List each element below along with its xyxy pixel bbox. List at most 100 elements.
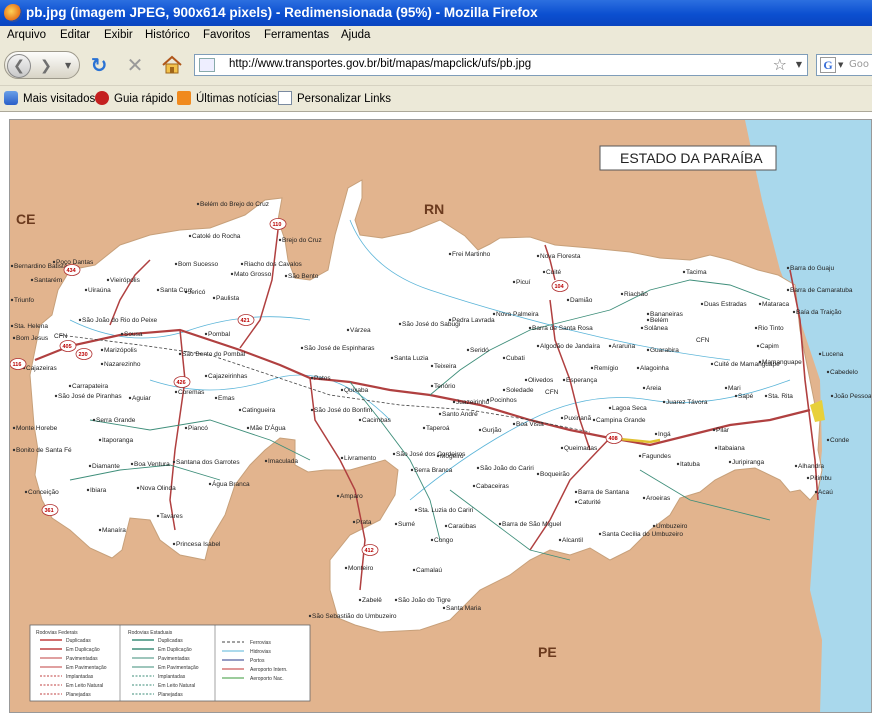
reload-button[interactable]: ↻	[88, 54, 110, 76]
city-marker	[214, 396, 218, 400]
legend-federal-title: Rodovias Federais	[36, 630, 78, 636]
city-label: Cuité de Mamanguape	[714, 361, 780, 368]
city-marker	[174, 262, 178, 266]
city-marker	[196, 202, 200, 206]
city-marker	[512, 422, 516, 426]
menu-favoritos[interactable]: Favoritos	[203, 29, 250, 41]
city-marker	[728, 460, 732, 464]
forward-button[interactable]: ❯	[35, 56, 57, 76]
city-marker	[52, 260, 56, 264]
city-marker	[598, 532, 602, 536]
menu-editar[interactable]: Editar	[60, 29, 90, 41]
legend-item: Em Duplicação	[158, 647, 192, 653]
home-button[interactable]	[160, 54, 184, 76]
firefox-icon	[4, 4, 22, 22]
city-label: Princesa Isabel	[176, 541, 221, 548]
city-marker	[620, 292, 624, 296]
city-marker	[174, 390, 178, 394]
city-label: Catolé do Rocha	[192, 233, 241, 240]
city-marker	[438, 412, 442, 416]
page-content: ESTADO DA PARAÍBA CE RN PE CFN CFN CFN B…	[0, 112, 872, 718]
city-marker	[24, 490, 28, 494]
search-engine-dropdown-icon[interactable]: ▼	[838, 61, 843, 69]
city-marker	[10, 324, 14, 328]
bookmark-mais-visitados[interactable]: Mais visitados	[4, 91, 95, 107]
city-marker	[638, 454, 642, 458]
city-marker	[352, 520, 356, 524]
city-marker	[212, 296, 216, 300]
city-marker	[502, 356, 506, 360]
rss-feed-icon	[177, 91, 191, 105]
city-label: São Bento	[288, 273, 319, 280]
city-marker	[476, 466, 480, 470]
city-marker	[10, 298, 14, 302]
city-label: Cacimbas	[362, 417, 392, 424]
city-label: João Pessoa	[834, 393, 872, 400]
cfn-label: CFN	[545, 389, 559, 396]
city-label: Conde	[830, 437, 850, 444]
city-label: Paulista	[216, 295, 240, 302]
url-bar[interactable]: http://www.transportes.gov.br/bit/mapas/…	[194, 54, 808, 76]
bookmark-personalizar-links[interactable]: Personalizar Links	[278, 91, 391, 107]
history-dropdown-icon[interactable]: ▼	[65, 61, 71, 70]
city-marker	[814, 490, 818, 494]
city-marker	[106, 278, 110, 282]
city-marker	[208, 482, 212, 486]
city-marker	[130, 462, 134, 466]
city-marker	[826, 438, 830, 442]
city-marker	[654, 432, 658, 436]
stop-button[interactable]: ✕	[124, 54, 146, 76]
city-label: Cuité	[546, 269, 562, 276]
city-marker	[700, 302, 704, 306]
city-label: Sta. Rita	[768, 393, 793, 400]
city-label: Tavares	[160, 513, 184, 520]
back-button[interactable]: ❮	[7, 54, 31, 78]
city-marker	[344, 566, 348, 570]
city-marker	[78, 318, 82, 322]
highway-number: 426	[177, 380, 186, 386]
city-marker	[310, 376, 314, 380]
legend-item: Duplicadas	[158, 638, 183, 644]
bookmark-guia-rapido[interactable]: Guia rápido	[95, 91, 173, 107]
city-marker	[92, 418, 96, 422]
menu-ajuda[interactable]: Ajuda	[341, 29, 370, 41]
city-marker	[430, 538, 434, 542]
bookmark-ultimas-noticias[interactable]: Últimas notícias	[177, 91, 277, 107]
city-marker	[172, 542, 176, 546]
city-label: Brejo do Cruz	[282, 237, 322, 244]
city-label: Água Branca	[212, 479, 250, 488]
city-label: Sapé	[738, 393, 754, 400]
highway-number: 434	[67, 268, 77, 274]
city-marker	[394, 522, 398, 526]
legend-item: Em Pavimentação	[158, 665, 199, 671]
city-label: Catingueira	[242, 407, 276, 414]
city-label: São João do Rio do Peixe	[82, 317, 158, 324]
menu-ferramentas[interactable]: Ferramentas	[264, 29, 329, 41]
city-label: Piancó	[188, 425, 208, 432]
home-icon	[162, 55, 182, 74]
city-label: Soledade	[506, 387, 534, 394]
menu-historico[interactable]: Histórico	[145, 29, 190, 41]
url-text[interactable]: http://www.transportes.gov.br/bit/mapas/…	[229, 58, 531, 70]
menu-arquivo[interactable]: Arquivo	[7, 29, 46, 41]
city-label: Gurjão	[482, 427, 502, 434]
city-marker	[676, 462, 680, 466]
search-bar[interactable]: G ▼ Goo	[816, 54, 872, 76]
city-label: Duas Estradas	[704, 301, 747, 308]
city-label: São José do Bonfim	[314, 407, 372, 414]
city-marker	[68, 384, 72, 388]
menu-exibir[interactable]: Exibir	[104, 29, 133, 41]
search-input[interactable]: Goo	[849, 59, 869, 70]
city-label: Santa Maria	[446, 605, 481, 612]
city-marker	[662, 400, 666, 404]
bookmark-label: Personalizar Links	[297, 93, 391, 105]
city-marker	[448, 318, 452, 322]
city-marker	[492, 312, 496, 316]
city-label: Lagoa Seca	[612, 405, 647, 412]
google-search-engine-icon[interactable]: G	[820, 57, 836, 73]
city-marker	[512, 280, 516, 284]
city-label: Nazarezinho	[104, 361, 141, 368]
url-dropdown-icon[interactable]: ▼	[796, 60, 802, 69]
bookmark-star-icon[interactable]: ☆	[773, 55, 787, 74]
city-label: Bom Jesus	[16, 335, 49, 342]
